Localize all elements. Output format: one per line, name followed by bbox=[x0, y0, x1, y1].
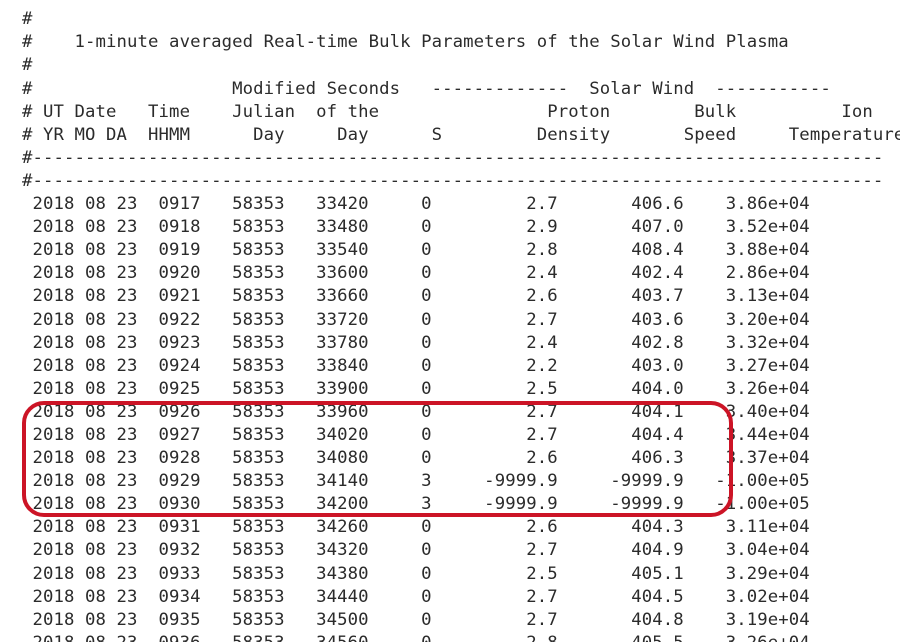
solar-wind-data-text: # # 1-minute averaged Real-time Bulk Par… bbox=[22, 9, 900, 642]
plaintext-data-viewer: # # 1-minute averaged Real-time Bulk Par… bbox=[0, 0, 900, 642]
